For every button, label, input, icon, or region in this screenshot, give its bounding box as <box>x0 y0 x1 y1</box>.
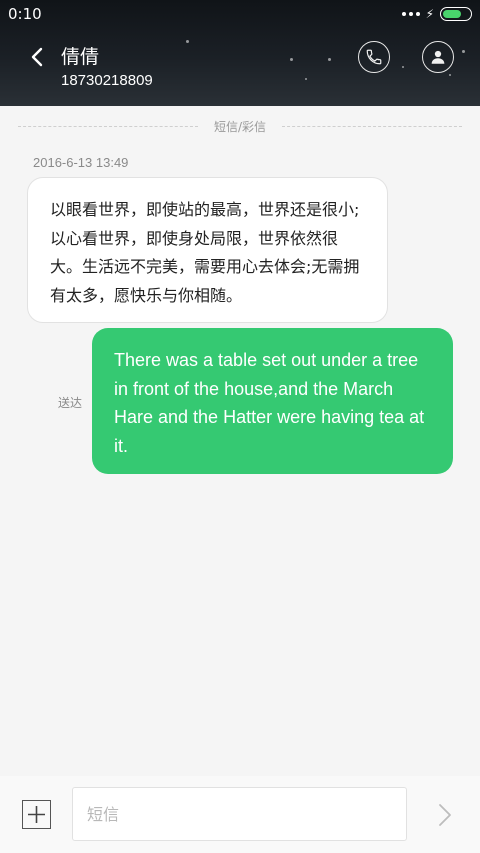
send-icon <box>439 804 451 826</box>
battery-icon <box>440 7 472 21</box>
contact-name: 倩倩 <box>61 46 100 68</box>
call-button[interactable] <box>358 41 390 73</box>
back-icon <box>31 47 43 67</box>
contact-icon <box>431 50 445 64</box>
message-type-label: 短信/彩信 <box>213 120 267 134</box>
divider-line-left <box>18 126 198 127</box>
message-input[interactable] <box>72 787 407 841</box>
outgoing-message-bubble[interactable]: There was a table set out under a tree i… <box>92 328 453 474</box>
back-button[interactable] <box>22 40 52 74</box>
conversation-header: 0:10 ⚡ 倩倩 18730218809 <box>0 0 480 106</box>
status-time: 0:10 <box>8 5 42 23</box>
composer-bar <box>0 776 480 853</box>
delivery-status: 送达 <box>58 396 83 410</box>
divider-line-right <box>282 126 462 127</box>
add-attachment-button[interactable] <box>22 800 51 829</box>
status-bar: 0:10 ⚡ <box>0 0 480 28</box>
charging-icon: ⚡ <box>425 7 434 21</box>
incoming-message-bubble[interactable]: 以眼看世界，即使站的最高，世界还是很小;以心看世界，即使身处局限，世界依然很大。… <box>27 177 388 323</box>
message-timestamp: 2016-6-13 13:49 <box>33 155 129 170</box>
phone-icon <box>366 49 382 65</box>
contact-number: 18730218809 <box>61 72 153 89</box>
add-icon <box>28 806 45 823</box>
contact-info-button[interactable] <box>422 41 454 73</box>
battery-level <box>443 10 461 18</box>
status-indicators: ⚡ <box>401 7 472 21</box>
more-dots-icon <box>401 12 420 16</box>
send-button[interactable] <box>432 800 458 830</box>
